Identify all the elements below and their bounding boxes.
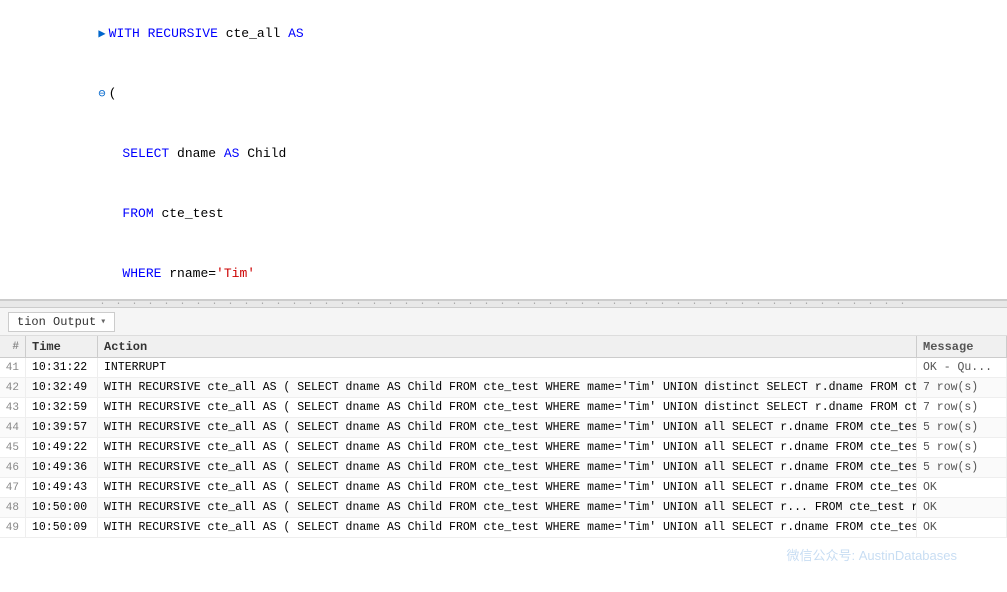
- cell-action: WITH RECURSIVE cte_all AS ( SELECT dname…: [98, 418, 917, 437]
- line-content: ▶ WITH RECURSIVE cte_all AS: [36, 4, 999, 64]
- code-line: ▶ WITH RECURSIVE cte_all AS: [0, 4, 1007, 64]
- code-area: ▶WITH RECURSIVE cte_all AS ⊖( SELECT dna…: [0, 0, 1007, 299]
- cell-time: 10:49:22: [26, 438, 98, 457]
- cell-time: 10:39:57: [26, 418, 98, 437]
- paren: (: [109, 86, 117, 101]
- cell-num: 41: [0, 358, 26, 377]
- cell-action: WITH RECURSIVE cte_all AS ( SELECT dname…: [98, 378, 917, 397]
- cell-action: WITH RECURSIVE cte_all AS ( SELECT dname…: [98, 438, 917, 457]
- table-row[interactable]: 4810:50:00WITH RECURSIVE cte_all AS ( SE…: [0, 498, 1007, 518]
- cell-time: 10:49:36: [26, 458, 98, 477]
- chevron-down-icon: ▾: [100, 316, 106, 328]
- cell-message: 7 row(s): [917, 398, 1007, 417]
- col-header-num: #: [0, 336, 26, 357]
- table-row[interactable]: 4610:49:36WITH RECURSIVE cte_all AS ( SE…: [0, 458, 1007, 478]
- table-body: 4110:31:22INTERRUPTOK - Qu...4210:32:49W…: [0, 358, 1007, 592]
- cell-action: WITH RECURSIVE cte_all AS ( SELECT dname…: [98, 458, 917, 477]
- collapse-open-icon[interactable]: ⊖: [98, 87, 105, 101]
- cell-time: 10:50:00: [26, 498, 98, 517]
- keyword: WHERE: [122, 266, 169, 281]
- code-line: ⊖(: [0, 64, 1007, 124]
- output-tab-label: tion Output: [17, 315, 96, 329]
- cell-time: 10:32:59: [26, 398, 98, 417]
- keyword: SELECT: [122, 146, 177, 161]
- keyword: AS: [288, 26, 304, 41]
- output-tab[interactable]: tion Output ▾: [8, 312, 115, 332]
- line-content: FROM cte_test: [36, 184, 999, 244]
- output-panel: tion Output ▾ # Time Action Message 4110…: [0, 308, 1007, 592]
- table-row[interactable]: 4310:32:59WITH RECURSIVE cte_all AS ( SE…: [0, 398, 1007, 418]
- string-literal: 'Tim': [216, 266, 255, 281]
- keyword: WITH RECURSIVE: [109, 26, 226, 41]
- cell-time: 10:49:43: [26, 478, 98, 497]
- cell-message: 5 row(s): [917, 438, 1007, 457]
- table-row[interactable]: 4710:49:43WITH RECURSIVE cte_all AS ( SE…: [0, 478, 1007, 498]
- cell-message: 5 row(s): [917, 458, 1007, 477]
- cell-message: OK: [917, 498, 1007, 517]
- cell-num: 48: [0, 498, 26, 517]
- code-line: WHERE rname='Tim': [0, 244, 1007, 299]
- table-row[interactable]: 4510:49:22WITH RECURSIVE cte_all AS ( SE…: [0, 438, 1007, 458]
- cell-num: 45: [0, 438, 26, 457]
- table-row[interactable]: 4110:31:22INTERRUPTOK - Qu...: [0, 358, 1007, 378]
- table-row[interactable]: 4410:39:57WITH RECURSIVE cte_all AS ( SE…: [0, 418, 1007, 438]
- cell-message: 5 row(s): [917, 418, 1007, 437]
- table-header-row: # Time Action Message: [0, 336, 1007, 358]
- cell-action: WITH RECURSIVE cte_all AS ( SELECT dname…: [98, 518, 917, 537]
- keyword: FROM: [122, 206, 161, 221]
- cell-num: 49: [0, 518, 26, 537]
- table-row[interactable]: 4210:32:49WITH RECURSIVE cte_all AS ( SE…: [0, 378, 1007, 398]
- col-header-action: Action: [98, 336, 917, 357]
- identifier: cte_test: [161, 206, 223, 221]
- line-content: ⊖(: [36, 64, 999, 124]
- cell-message: OK: [917, 478, 1007, 497]
- cell-num: 42: [0, 378, 26, 397]
- cell-time: 10:31:22: [26, 358, 98, 377]
- code-line: FROM cte_test: [0, 184, 1007, 244]
- line-content: SELECT dname AS Child: [36, 124, 999, 184]
- cell-message: OK - Qu...: [917, 358, 1007, 377]
- output-header: tion Output ▾: [0, 308, 1007, 336]
- cell-num: 46: [0, 458, 26, 477]
- identifier: cte_all: [226, 26, 288, 41]
- cell-message: 7 row(s): [917, 378, 1007, 397]
- panel-splitter[interactable]: · · · · · · · · · · · · · · · · · · · · …: [0, 300, 1007, 308]
- keyword: AS: [224, 146, 247, 161]
- cell-action: WITH RECURSIVE cte_all AS ( SELECT dname…: [98, 478, 917, 497]
- cell-time: 10:50:09: [26, 518, 98, 537]
- identifier: dname: [177, 146, 224, 161]
- table-row[interactable]: 4910:50:09WITH RECURSIVE cte_all AS ( SE…: [0, 518, 1007, 538]
- cell-action: WITH RECURSIVE cte_all AS ( SELECT dname…: [98, 398, 917, 417]
- code-editor[interactable]: ▶WITH RECURSIVE cte_all AS ⊖( SELECT dna…: [0, 0, 1007, 300]
- cell-time: 10:32:49: [26, 378, 98, 397]
- cell-num: 43: [0, 398, 26, 417]
- cell-action: INTERRUPT: [98, 358, 917, 377]
- collapse-arrow-icon[interactable]: ▶: [98, 27, 105, 41]
- col-header-message: Message: [917, 336, 1007, 357]
- code-line: SELECT dname AS Child: [0, 124, 1007, 184]
- line-content: WHERE rname='Tim': [36, 244, 999, 299]
- identifier: rname=: [169, 266, 216, 281]
- col-header-time: Time: [26, 336, 98, 357]
- cell-num: 47: [0, 478, 26, 497]
- cell-action: WITH RECURSIVE cte_all AS ( SELECT dname…: [98, 498, 917, 517]
- cell-num: 44: [0, 418, 26, 437]
- identifier: Child: [247, 146, 286, 161]
- cell-message: OK: [917, 518, 1007, 537]
- output-table: # Time Action Message 4110:31:22INTERRUP…: [0, 336, 1007, 592]
